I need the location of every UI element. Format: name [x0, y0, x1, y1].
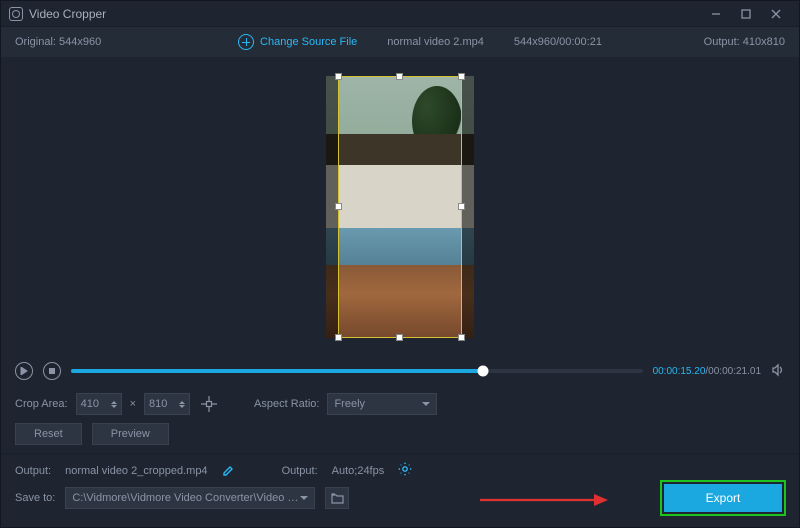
output-format-value: Auto;24fps [332, 465, 385, 477]
crop-area-label: Crop Area: [15, 398, 68, 410]
time-display: 00:00:15.20/00:00:21.01 [653, 366, 761, 377]
crop-rectangle[interactable] [338, 76, 462, 338]
crop-handle-br[interactable] [458, 334, 465, 341]
crop-controls: Crop Area: 410 × 810 Aspect Ratio: Freel… [1, 385, 799, 419]
crop-handle-mr[interactable] [458, 203, 465, 210]
center-crop-button[interactable] [198, 393, 220, 415]
change-source-label: Change Source File [260, 36, 357, 48]
playback-bar: 00:00:15.20/00:00:21.01 [1, 357, 799, 385]
crop-handle-tl[interactable] [335, 73, 342, 80]
edit-output-name-button[interactable] [222, 465, 234, 477]
crop-handle-tm[interactable] [396, 73, 403, 80]
caret-down-icon [300, 496, 308, 500]
source-filename: normal video 2.mp4 [387, 36, 484, 48]
export-highlight: Export [660, 480, 786, 516]
crop-action-row: Reset Preview [1, 419, 799, 453]
app-logo-icon [9, 7, 23, 21]
change-source-button[interactable]: Change Source File [238, 34, 357, 50]
times-symbol: × [130, 398, 136, 410]
app-title: Video Cropper [29, 7, 106, 21]
video-frame[interactable] [326, 76, 474, 338]
seek-bar[interactable] [71, 369, 643, 373]
height-step-up[interactable] [179, 401, 185, 404]
aspect-ratio-label: Aspect Ratio: [254, 398, 319, 410]
output-dimensions: Output: 410x810 [665, 36, 785, 48]
open-folder-button[interactable] [325, 487, 349, 509]
output-row: Output: normal video 2_cropped.mp4 Outpu… [1, 454, 799, 483]
plus-circle-icon [238, 34, 254, 50]
width-step-up[interactable] [111, 401, 117, 404]
title-bar: Video Cropper [1, 1, 799, 27]
crop-handle-ml[interactable] [335, 203, 342, 210]
source-meta: 544x960/00:00:21 [514, 36, 602, 48]
minimize-button[interactable] [701, 1, 731, 27]
reset-button[interactable]: Reset [15, 423, 82, 445]
maximize-button[interactable] [731, 1, 761, 27]
output-settings-button[interactable] [398, 462, 412, 479]
height-step-down[interactable] [179, 405, 185, 408]
export-button[interactable]: Export [664, 484, 782, 512]
width-step-down[interactable] [111, 405, 117, 408]
crop-width-input[interactable]: 410 [76, 393, 122, 415]
aspect-ratio-dropdown[interactable]: Freely [327, 393, 437, 415]
close-button[interactable] [761, 1, 791, 27]
output-filename: normal video 2_cropped.mp4 [65, 465, 207, 477]
crop-handle-bl[interactable] [335, 334, 342, 341]
crop-height-input[interactable]: 810 [144, 393, 190, 415]
output-format-label: Output: [282, 465, 318, 477]
crop-handle-bm[interactable] [396, 334, 403, 341]
preview-button[interactable]: Preview [92, 423, 169, 445]
caret-down-icon [422, 402, 430, 406]
output-file-label: Output: [15, 465, 51, 477]
volume-button[interactable] [771, 363, 785, 380]
play-button[interactable] [15, 362, 33, 380]
stop-button[interactable] [43, 362, 61, 380]
preview-area [1, 57, 799, 357]
crop-handle-tr[interactable] [458, 73, 465, 80]
original-dimensions: Original: 544x960 [15, 36, 175, 48]
seek-knob[interactable] [477, 366, 488, 377]
info-bar: Original: 544x960 Change Source File nor… [1, 27, 799, 57]
save-path-dropdown[interactable]: C:\Vidmore\Vidmore Video Converter\Video… [65, 487, 315, 509]
save-to-label: Save to: [15, 492, 55, 504]
